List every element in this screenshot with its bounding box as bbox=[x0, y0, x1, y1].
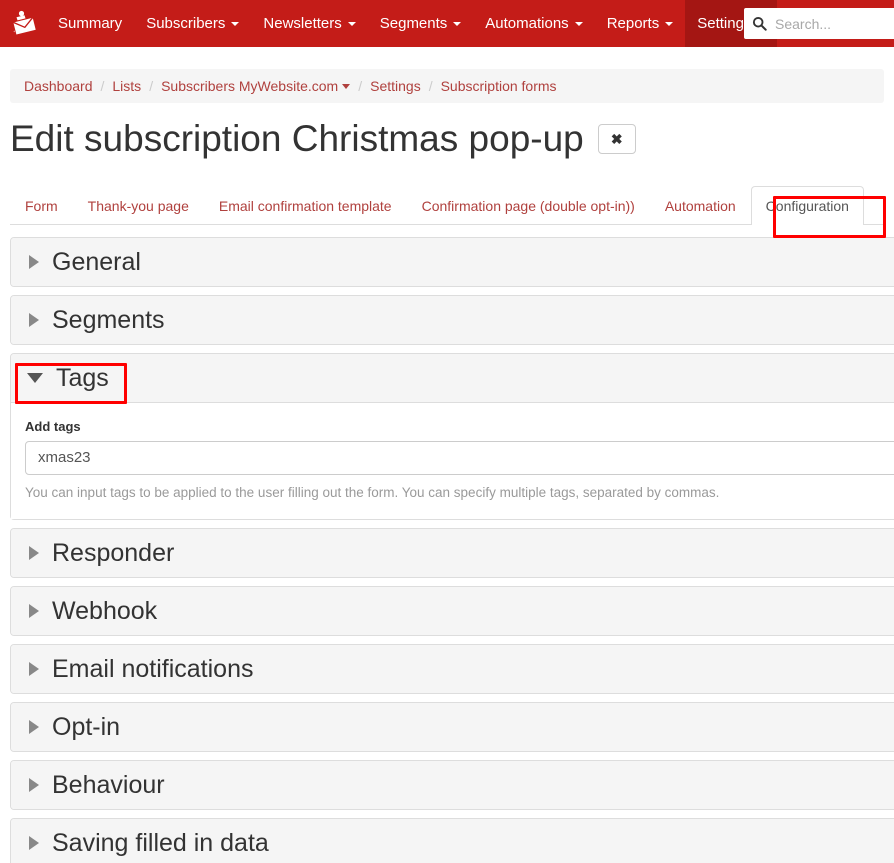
chevron-down-icon bbox=[347, 21, 356, 26]
tab-confirmation-page[interactable]: Confirmation page (double opt-in)) bbox=[407, 186, 650, 225]
breadcrumb-item-subscribers-list[interactable]: Subscribers MyWebsite.com bbox=[161, 78, 338, 94]
page-header: Edit subscription Christmas pop-up ✖ bbox=[0, 103, 894, 160]
tab-form[interactable]: Form bbox=[10, 186, 73, 225]
triangle-right-icon bbox=[29, 312, 39, 327]
panel-saving-filled-in-data: Saving filled in data bbox=[10, 817, 894, 863]
breadcrumb-separator: / bbox=[149, 78, 154, 94]
nav-item-summary[interactable]: Summary bbox=[46, 0, 134, 47]
nav-label-segments: Segments bbox=[379, 15, 448, 32]
chevron-down-icon[interactable] bbox=[342, 83, 351, 89]
add-tags-help-text: You can input tags to be applied to the … bbox=[25, 484, 720, 500]
app-logo[interactable] bbox=[0, 0, 46, 47]
triangle-right-icon bbox=[29, 719, 39, 734]
panel-title-opt-in: Opt-in bbox=[52, 712, 121, 741]
panel-title-tags: Tags bbox=[56, 363, 109, 392]
panel-header-opt-in[interactable]: Opt-in bbox=[11, 702, 894, 751]
breadcrumb-separator: / bbox=[358, 78, 363, 94]
panel-segments: Segments bbox=[10, 294, 894, 345]
panel-title-segments: Segments bbox=[52, 305, 165, 334]
page-title: Edit subscription Christmas pop-up bbox=[10, 118, 584, 159]
panel-email-notifications: Email notifications bbox=[10, 643, 894, 694]
panel-header-general[interactable]: General bbox=[11, 237, 894, 286]
panel-header-tags[interactable]: Tags bbox=[11, 353, 894, 403]
panel-title-saving-filled-in-data: Saving filled in data bbox=[52, 828, 269, 857]
panel-behaviour: Behaviour bbox=[10, 759, 894, 810]
add-tags-input[interactable] bbox=[25, 440, 894, 475]
panel-webhook: Webhook bbox=[10, 585, 894, 636]
nav-label-reports: Reports bbox=[606, 15, 660, 32]
breadcrumb-item-settings[interactable]: Settings bbox=[370, 78, 421, 94]
panel-body-tags: Add tags You can input tags to be applie… bbox=[11, 402, 894, 519]
envelope-courier-logo-icon bbox=[12, 10, 38, 36]
breadcrumb-separator: / bbox=[428, 78, 433, 94]
triangle-right-icon bbox=[29, 777, 39, 792]
close-button[interactable]: ✖ bbox=[597, 124, 636, 155]
tab-bar: Form Thank-you page Email confirmation t… bbox=[10, 185, 884, 225]
breadcrumb-separator: / bbox=[100, 78, 105, 94]
main-nav: Summary Subscribers Newsletters Segments… bbox=[46, 0, 778, 47]
chevron-down-icon bbox=[453, 21, 462, 26]
panel-header-segments[interactable]: Segments bbox=[11, 295, 894, 344]
panel-header-responder[interactable]: Responder bbox=[11, 528, 894, 577]
search-input[interactable] bbox=[773, 14, 894, 33]
triangle-right-icon bbox=[29, 254, 39, 269]
chevron-down-icon bbox=[574, 21, 583, 26]
panel-title-responder: Responder bbox=[52, 538, 175, 567]
triangle-down-icon bbox=[27, 372, 43, 383]
breadcrumb: Dashboard / Lists / Subscribers MyWebsit… bbox=[10, 69, 884, 103]
breadcrumb-region: Dashboard / Lists / Subscribers MyWebsit… bbox=[0, 47, 894, 103]
add-tags-label: Add tags bbox=[25, 418, 81, 434]
search-icon bbox=[752, 16, 767, 31]
nav-label-summary: Summary bbox=[58, 15, 123, 32]
tab-configuration[interactable]: Configuration bbox=[750, 185, 864, 225]
nav-item-reports[interactable]: Reports bbox=[595, 0, 686, 47]
panel-header-email-notifications[interactable]: Email notifications bbox=[11, 644, 894, 693]
nav-item-automations[interactable]: Automations bbox=[473, 0, 594, 47]
panel-title-behaviour: Behaviour bbox=[52, 770, 165, 799]
breadcrumb-item-lists[interactable]: Lists bbox=[112, 78, 141, 94]
triangle-right-icon bbox=[29, 661, 39, 676]
triangle-right-icon bbox=[29, 835, 39, 850]
panel-header-saving-filled-in-data[interactable]: Saving filled in data bbox=[11, 818, 894, 863]
panel-responder: Responder bbox=[10, 527, 894, 578]
nav-label-subscribers: Subscribers bbox=[146, 15, 226, 32]
tab-automation[interactable]: Automation bbox=[650, 186, 751, 225]
top-navbar: Summary Subscribers Newsletters Segments… bbox=[0, 0, 894, 47]
panel-header-behaviour[interactable]: Behaviour bbox=[11, 760, 894, 809]
tab-email-confirmation-template[interactable]: Email confirmation template bbox=[204, 186, 407, 225]
tab-thank-you-page[interactable]: Thank-you page bbox=[73, 186, 204, 225]
nav-item-subscribers[interactable]: Subscribers bbox=[134, 0, 251, 47]
panel-general: General bbox=[10, 236, 894, 287]
triangle-right-icon bbox=[29, 545, 39, 560]
breadcrumb-item-subscription-forms[interactable]: Subscription forms bbox=[441, 78, 557, 94]
panel-title-general: General bbox=[52, 247, 141, 276]
configuration-accordion: Save General Segments Tags Add tags You … bbox=[0, 236, 894, 863]
triangle-right-icon bbox=[29, 603, 39, 618]
chevron-down-icon bbox=[231, 21, 240, 26]
global-search[interactable] bbox=[744, 8, 894, 39]
nav-label-automations: Automations bbox=[485, 15, 569, 32]
panel-tags: Tags Add tags You can input tags to be a… bbox=[10, 352, 894, 520]
tabs-region: Form Thank-you page Email confirmation t… bbox=[0, 185, 894, 225]
nav-label-newsletters: Newsletters bbox=[263, 15, 342, 32]
panel-title-webhook: Webhook bbox=[52, 596, 158, 625]
panel-header-webhook[interactable]: Webhook bbox=[11, 586, 894, 635]
chevron-down-icon bbox=[665, 21, 674, 26]
nav-item-newsletters[interactable]: Newsletters bbox=[251, 0, 367, 47]
breadcrumb-item-dashboard[interactable]: Dashboard bbox=[24, 78, 93, 94]
nav-item-segments[interactable]: Segments bbox=[368, 0, 474, 47]
panel-title-email-notifications: Email notifications bbox=[52, 654, 254, 683]
panel-opt-in: Opt-in bbox=[10, 701, 894, 752]
